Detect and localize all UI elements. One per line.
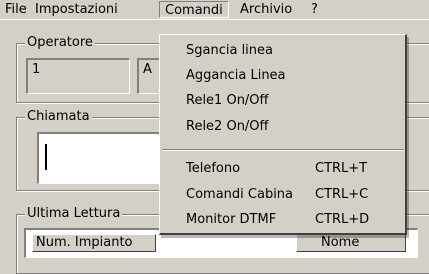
menu-file[interactable]: File [0, 1, 32, 18]
menu-bar: File Impostazioni Comandi Archivio ? [0, 0, 429, 20]
menu-item-aggancia-linea[interactable]: Aggancia Linea [160, 65, 406, 87]
ultima-lettura-legend: Ultima Lettura [25, 206, 123, 222]
menu-item-label: Sgancia linea [186, 43, 273, 58]
menu-impostazioni[interactable]: Impostazioni [30, 1, 123, 18]
chiamata-textbox[interactable] [37, 132, 167, 184]
menu-item-sgancia-linea[interactable]: Sgancia linea [160, 40, 406, 62]
menu-item-shortcut: CTRL+D [315, 212, 370, 227]
menu-item-rele2[interactable]: Rele2 On/Off [160, 116, 406, 138]
menu-separator [162, 149, 404, 151]
menu-item-shortcut: CTRL+C [315, 187, 369, 202]
operatore-field-2-value: A [143, 62, 152, 77]
menu-item-label: Telefono [186, 161, 241, 176]
menu-help[interactable]: ? [306, 1, 323, 18]
menu-item-label: Comandi Cabina [186, 187, 294, 202]
menu-archivio[interactable]: Archivio [235, 1, 297, 18]
menu-item-label: Monitor DTMF [186, 212, 277, 227]
menu-item-shortcut: CTRL+T [315, 161, 368, 176]
operatore-field-1[interactable]: 1 [26, 58, 130, 94]
comandi-dropdown-menu: Sgancia linea Aggancia Linea Rele1 On/Of… [159, 34, 407, 235]
column-header-nome[interactable]: Nome [296, 234, 406, 252]
operatore-legend: Operatore [25, 35, 95, 51]
menu-item-telefono[interactable]: Telefono CTRL+T [160, 158, 406, 180]
menu-item-monitor-dtmf[interactable]: Monitor DTMF CTRL+D [160, 209, 406, 231]
menu-item-comandi-cabina[interactable]: Comandi Cabina CTRL+C [160, 184, 406, 206]
menu-item-label: Rele1 On/Off [186, 93, 269, 108]
menu-comandi[interactable]: Comandi [159, 1, 229, 18]
menu-item-label: Aggancia Linea [186, 68, 286, 83]
chiamata-legend: Chiamata [25, 109, 92, 125]
column-header-num-impianto[interactable]: Num. Impianto [32, 234, 156, 252]
menu-item-label: Rele2 On/Off [186, 119, 269, 134]
operatore-field-1-value: 1 [32, 62, 41, 77]
text-caret [45, 144, 47, 170]
menu-item-rele1[interactable]: Rele1 On/Off [160, 90, 406, 112]
